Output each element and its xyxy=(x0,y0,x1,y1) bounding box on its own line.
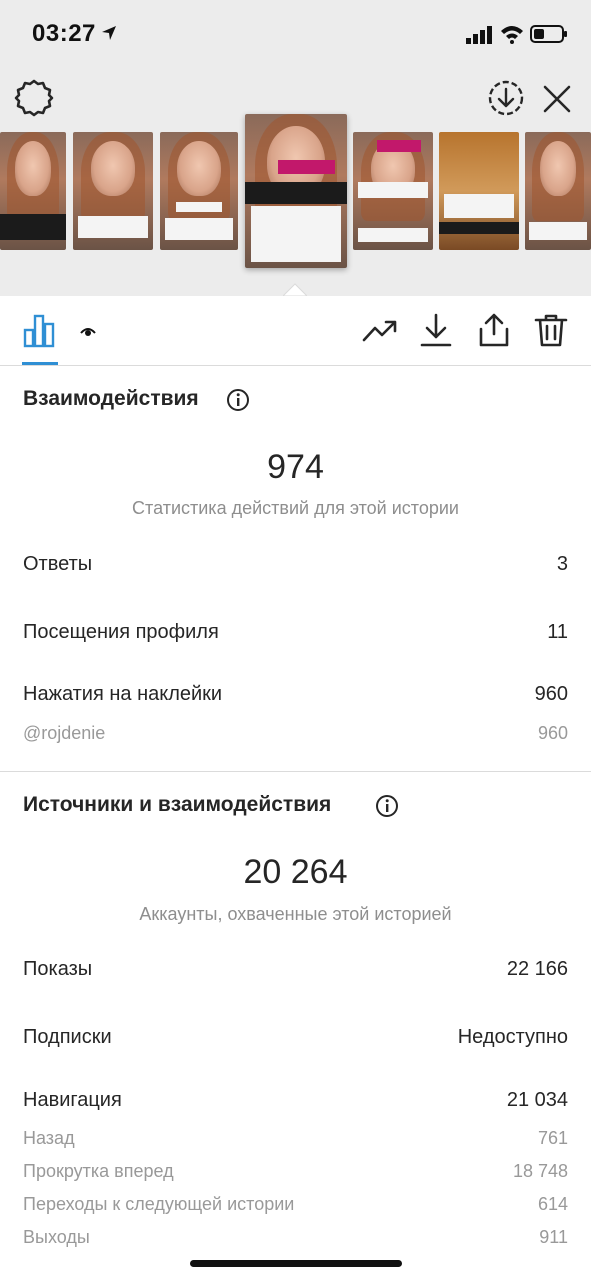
section-divider xyxy=(0,771,591,772)
download-circle-icon[interactable] xyxy=(486,78,526,118)
story-thumbnail[interactable] xyxy=(353,132,433,250)
selected-pointer xyxy=(283,283,307,296)
active-tab-indicator xyxy=(22,362,58,365)
info-icon[interactable] xyxy=(226,388,250,412)
wifi-icon xyxy=(501,26,523,44)
close-icon[interactable] xyxy=(540,82,574,116)
reach-total-label: Аккаунты, охваченные этой историей xyxy=(139,904,452,924)
stat-label: Показы xyxy=(23,958,93,980)
stat-label: Посещения профиля xyxy=(23,621,219,643)
stat-label: @rojdenie xyxy=(23,723,106,743)
stat-value: 614 xyxy=(537,1194,568,1214)
stat-row-profile-visits: Посещения профиля 11 xyxy=(23,621,568,644)
stat-row-sticker-taps: Нажатия на наклейки 960 xyxy=(23,683,568,706)
stat-value: Недоступно xyxy=(457,1026,568,1048)
stat-label: Прокрутка вперед xyxy=(23,1161,174,1181)
location-arrow-icon xyxy=(102,26,116,40)
story-thumbnail[interactable] xyxy=(73,132,153,250)
story-thumbnails xyxy=(0,114,591,274)
stat-label: Назад xyxy=(23,1128,75,1148)
stat-label: Подписки xyxy=(23,1026,112,1048)
stat-subrow-forward: Прокрутка вперед 18 748 xyxy=(23,1161,568,1182)
stat-label: Нажатия на наклейки xyxy=(23,683,223,705)
insights-toolbar xyxy=(0,296,591,366)
stat-value: 22 166 xyxy=(506,958,568,980)
stat-subrow-exits: Выходы 911 xyxy=(23,1227,568,1248)
gear-icon[interactable] xyxy=(14,78,54,118)
stat-value: 761 xyxy=(537,1128,568,1148)
cellular-signal-icon xyxy=(466,26,492,44)
stat-label: Навигация xyxy=(23,1089,122,1111)
share-icon[interactable] xyxy=(476,312,512,348)
sticker-tag xyxy=(277,160,335,174)
discovery-title: Источники и взаимодействия xyxy=(23,793,332,816)
home-indicator[interactable] xyxy=(190,1260,402,1267)
stat-subrow-sticker: @rojdenie 960 xyxy=(23,723,568,744)
stat-label: Переходы к следующей истории xyxy=(23,1194,295,1214)
trash-icon[interactable] xyxy=(533,312,569,348)
story-thumbnail[interactable] xyxy=(0,132,66,250)
battery-icon xyxy=(530,25,567,43)
stat-value: 18 748 xyxy=(512,1161,568,1181)
stat-label: Ответы xyxy=(23,553,93,575)
interactions-title: Взаимодействия xyxy=(23,387,199,410)
interactions-total-label: Статистика действий для этой истории xyxy=(132,498,459,518)
stat-subrow-next-story: Переходы к следующей истории 614 xyxy=(23,1194,568,1215)
stat-value: 960 xyxy=(534,683,568,705)
stat-row-replies: Ответы 3 xyxy=(23,553,568,576)
eye-icon[interactable] xyxy=(80,326,96,338)
stat-row-follows: Подписки Недоступно xyxy=(23,1026,568,1049)
stat-value: 911 xyxy=(539,1227,568,1247)
interactions-total: 974 xyxy=(267,448,324,486)
stat-label: Выходы xyxy=(23,1227,90,1247)
stat-subrow-back: Назад 761 xyxy=(23,1128,568,1149)
story-thumbnail-active[interactable] xyxy=(245,114,347,268)
stat-value: 3 xyxy=(556,553,568,575)
trending-icon[interactable] xyxy=(362,312,398,348)
stat-value: 21 034 xyxy=(506,1089,568,1111)
story-thumbnail[interactable] xyxy=(160,132,238,250)
stat-value: 11 xyxy=(547,621,568,643)
stat-row-navigation: Навигация 21 034 xyxy=(23,1089,568,1112)
reach-total: 20 264 xyxy=(243,853,348,891)
info-icon[interactable] xyxy=(375,794,399,818)
stat-row-impressions: Показы 22 166 xyxy=(23,958,568,981)
bar-chart-icon[interactable] xyxy=(22,312,58,348)
stat-value: 960 xyxy=(537,723,568,743)
status-time: 03:27 xyxy=(32,20,96,47)
story-thumbnail[interactable] xyxy=(439,132,519,250)
story-thumbnail[interactable] xyxy=(525,132,591,250)
story-viewer-header xyxy=(0,70,591,296)
status-bar: 03:27 xyxy=(0,0,591,70)
download-icon[interactable] xyxy=(418,312,454,348)
